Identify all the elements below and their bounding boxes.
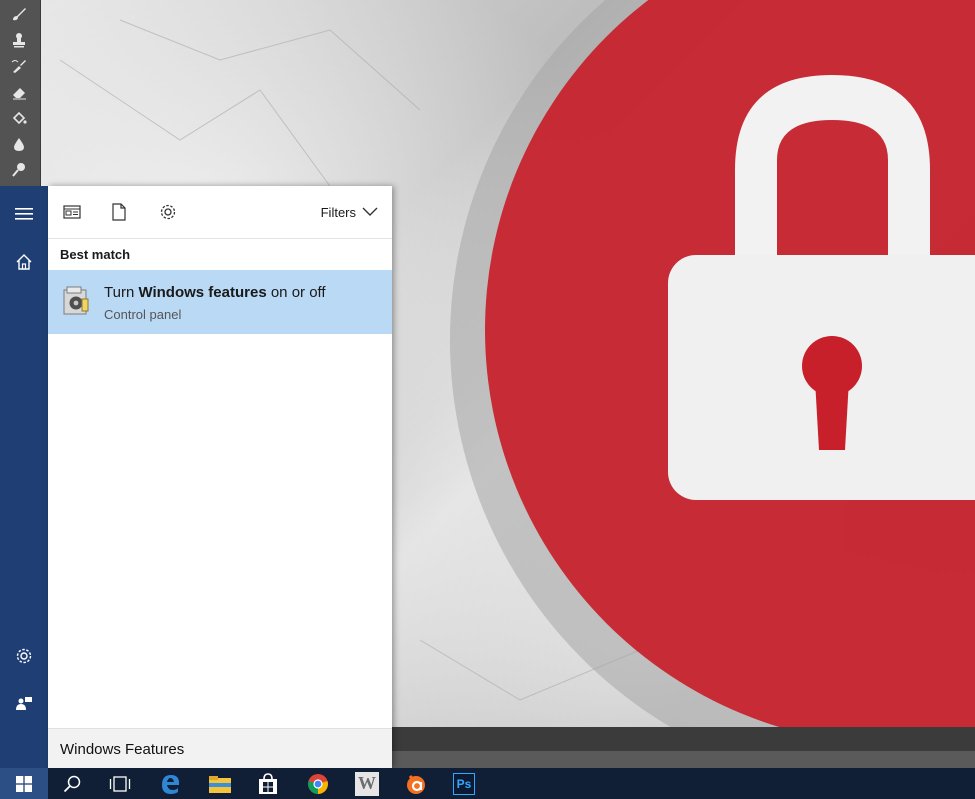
hamburger-icon[interactable]	[0, 190, 48, 238]
best-match-result[interactable]: Turn Windows features on or off Control …	[48, 270, 392, 334]
task-view-icon	[109, 775, 131, 792]
dodge-tool-icon[interactable]	[8, 160, 30, 180]
search-box	[48, 728, 392, 769]
search-panel-header: Filters	[48, 186, 392, 239]
filters-label: Filters	[320, 204, 356, 220]
blur-tool-icon[interactable]	[8, 134, 30, 154]
search-input[interactable]	[58, 737, 382, 761]
photoshop-icon: Ps	[453, 772, 475, 795]
start-menu-rail	[0, 186, 48, 768]
store-button[interactable]	[244, 768, 292, 799]
settings-icon[interactable]	[156, 200, 180, 224]
file-explorer-icon	[209, 775, 231, 793]
settings-icon[interactable]	[0, 632, 48, 680]
word-button[interactable]: W	[343, 768, 391, 799]
search-icon	[63, 775, 81, 792]
photoshop-panel-strip	[390, 751, 975, 768]
result-title-highlight: Windows features	[138, 284, 267, 301]
result-subtitle: Control panel	[104, 307, 182, 322]
store-icon	[259, 772, 277, 794]
photoshop-status-bar	[390, 727, 975, 751]
search-button[interactable]	[48, 768, 96, 799]
apps-icon[interactable]	[60, 200, 84, 224]
chrome-icon	[308, 773, 328, 794]
task-view-button[interactable]	[96, 768, 144, 799]
eraser-tool-icon[interactable]	[8, 82, 30, 102]
start-button[interactable]	[0, 768, 48, 799]
chevron-down-icon	[362, 207, 378, 216]
windows-features-icon	[63, 286, 89, 315]
feedback-icon[interactable]	[0, 680, 48, 728]
paint-bucket-icon[interactable]	[8, 108, 30, 128]
photoshop-tools-panel	[0, 0, 41, 186]
file-explorer-button[interactable]	[196, 768, 244, 799]
search-results-panel: Filters Best match Turn Windows features…	[48, 186, 392, 769]
photoshop-button[interactable]: Ps	[440, 768, 488, 799]
taskbar: W Ps	[0, 768, 975, 799]
start-icon	[16, 775, 32, 792]
documents-icon[interactable]	[107, 200, 131, 224]
best-match-heading: Best match	[60, 247, 131, 262]
result-title-prefix: Turn	[104, 284, 139, 301]
edge-button[interactable]	[146, 768, 194, 799]
result-title-suffix: on or off	[266, 284, 326, 301]
edge-icon	[162, 774, 180, 794]
stamp-tool-icon[interactable]	[8, 30, 30, 50]
home-icon[interactable]	[0, 238, 48, 286]
filters-button[interactable]: Filters	[321, 200, 378, 224]
result-title: Turn Windows features on or off	[104, 284, 326, 301]
avast-button[interactable]	[392, 768, 440, 799]
history-brush-icon[interactable]	[8, 56, 30, 76]
avast-icon	[407, 774, 425, 794]
word-icon: W	[355, 771, 379, 796]
chrome-button[interactable]	[294, 768, 342, 799]
brush-tool-icon[interactable]	[8, 4, 30, 24]
